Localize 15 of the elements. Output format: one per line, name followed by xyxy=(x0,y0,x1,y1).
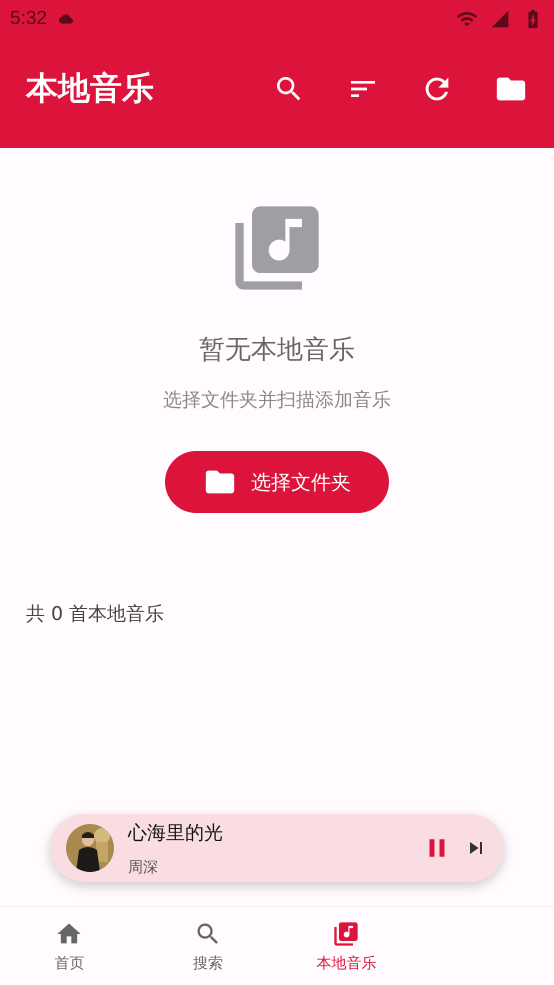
nav-tab[interactable]: 首页 xyxy=(0,907,138,985)
artist-name: 周深 xyxy=(128,858,159,876)
mini-player[interactable]: 心海里的光 周深 xyxy=(50,814,504,882)
nav-tab[interactable]: 搜索 xyxy=(138,907,277,985)
music-library-icon xyxy=(332,920,360,948)
empty-title: 暂无本地音乐 xyxy=(199,334,355,367)
nav-tab[interactable]: 本地音乐 xyxy=(277,907,416,985)
signal-icon xyxy=(490,9,510,29)
cloud-icon xyxy=(58,12,73,26)
song-count: 共 0 首本地音乐 xyxy=(26,602,164,627)
page-title: 本地音乐 xyxy=(26,68,155,109)
song-title: 心海里的光 xyxy=(128,820,224,846)
choose-folder-button[interactable]: 选择文件夹 xyxy=(165,451,389,513)
empty-subtitle: 选择文件夹并扫描添加音乐 xyxy=(163,388,391,413)
status-time: 5:32 xyxy=(10,8,47,30)
